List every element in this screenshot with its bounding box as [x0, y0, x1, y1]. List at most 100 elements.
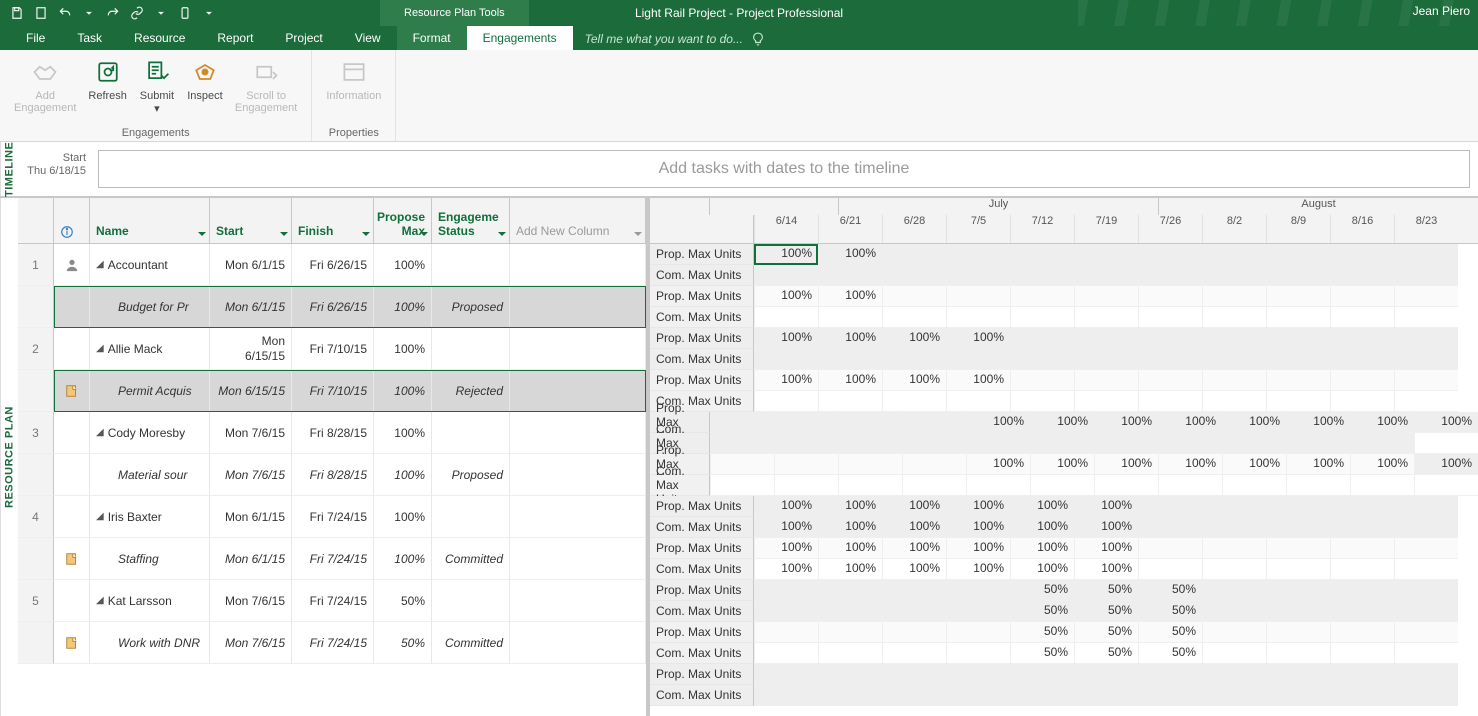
- timephased-cell[interactable]: [1330, 244, 1394, 265]
- add-new-column[interactable]: Add New Column: [510, 198, 646, 243]
- rownum-header[interactable]: [18, 198, 54, 243]
- dropdown-icon[interactable]: [633, 229, 643, 239]
- cell-finish[interactable]: Fri 7/24/15: [292, 496, 374, 538]
- timephased-cell[interactable]: [1074, 265, 1138, 286]
- timephased-cell[interactable]: [1330, 328, 1394, 349]
- cell-status[interactable]: Committed: [432, 538, 510, 580]
- timephased-cell[interactable]: 50%: [1074, 580, 1138, 601]
- timephased-cell[interactable]: [946, 391, 1010, 412]
- timephased-cell[interactable]: [946, 349, 1010, 370]
- timephased-cell[interactable]: 50%: [1138, 601, 1202, 622]
- timephased-cell[interactable]: [710, 412, 774, 433]
- cell-max[interactable]: 100%: [374, 286, 432, 328]
- timephased-cell[interactable]: [818, 643, 882, 664]
- timephased-cell[interactable]: [1350, 475, 1414, 496]
- redo-icon[interactable]: [102, 3, 124, 23]
- cell-status[interactable]: [432, 412, 510, 454]
- timephased-cell[interactable]: [838, 433, 902, 454]
- timephased-cell[interactable]: [1330, 349, 1394, 370]
- dropdown-icon[interactable]: [361, 229, 371, 239]
- timephased-row[interactable]: Prop. Max Units50%50%50%: [650, 622, 1478, 643]
- status-header[interactable]: Engageme Status: [432, 198, 510, 243]
- inspect-button[interactable]: Inspect: [183, 54, 227, 104]
- timephased-cell[interactable]: [1222, 475, 1286, 496]
- customize-qat-icon[interactable]: [198, 3, 220, 23]
- timephased-cell[interactable]: 100%: [1286, 412, 1350, 433]
- timephased-cell[interactable]: [1202, 601, 1266, 622]
- timephased-cell[interactable]: [1330, 601, 1394, 622]
- timephased-cell[interactable]: [1138, 265, 1202, 286]
- timephased-cell[interactable]: [1330, 559, 1394, 580]
- timephased-cell[interactable]: [946, 685, 1010, 706]
- timephased-cell[interactable]: [710, 433, 774, 454]
- timephased-cell[interactable]: [1202, 349, 1266, 370]
- timephased-cell[interactable]: 100%: [946, 517, 1010, 538]
- timephased-cell[interactable]: [882, 643, 946, 664]
- timephased-row[interactable]: Prop. Max Units100%100%100%100%: [650, 370, 1478, 391]
- timephased-cell[interactable]: 100%: [1074, 538, 1138, 559]
- timephased-cell[interactable]: [1138, 307, 1202, 328]
- timephased-cell[interactable]: [774, 454, 838, 475]
- tab-task[interactable]: Task: [61, 26, 118, 50]
- timephased-cell[interactable]: [1266, 370, 1330, 391]
- timephased-cell[interactable]: [1030, 433, 1094, 454]
- timephased-cell[interactable]: 100%: [1414, 412, 1478, 433]
- timephased-cell[interactable]: 100%: [946, 496, 1010, 517]
- timephased-cell[interactable]: 100%: [882, 517, 946, 538]
- timephased-cell[interactable]: 100%: [818, 517, 882, 538]
- timephased-cell[interactable]: [1202, 643, 1266, 664]
- timephased-cell[interactable]: [754, 643, 818, 664]
- timephased-cell[interactable]: [1202, 559, 1266, 580]
- timephased-cell[interactable]: 100%: [882, 370, 946, 391]
- timephased-row[interactable]: Prop. Max Units: [650, 664, 1478, 685]
- cell-status[interactable]: Proposed: [432, 454, 510, 496]
- timephased-row[interactable]: Com. Max Units100%100%100%100%100%100%: [650, 517, 1478, 538]
- timephased-cell[interactable]: [1202, 328, 1266, 349]
- timephased-cell[interactable]: [754, 265, 818, 286]
- cell-max[interactable]: 50%: [374, 580, 432, 622]
- cell-name[interactable]: ◢Iris Baxter: [90, 496, 210, 538]
- cell-start[interactable]: Mon 7/6/15: [210, 622, 292, 664]
- timephased-cell[interactable]: [902, 433, 966, 454]
- timephased-cell[interactable]: 100%: [818, 538, 882, 559]
- name-header[interactable]: Name: [90, 198, 210, 243]
- timephased-cell[interactable]: [1010, 307, 1074, 328]
- timephased-cell[interactable]: [1266, 601, 1330, 622]
- timephased-cell[interactable]: [946, 664, 1010, 685]
- timephased-cell[interactable]: [1394, 622, 1458, 643]
- cell-name[interactable]: Work with DNR: [90, 622, 210, 664]
- timephased-cell[interactable]: [1266, 391, 1330, 412]
- timephased-cell[interactable]: 100%: [1074, 559, 1138, 580]
- timephased-cell[interactable]: [946, 622, 1010, 643]
- timephased-row[interactable]: Com. Max Units: [650, 475, 1478, 496]
- timephased-cell[interactable]: [1330, 580, 1394, 601]
- tab-engagements[interactable]: Engagements: [467, 26, 573, 50]
- cell-finish[interactable]: Fri 7/24/15: [292, 538, 374, 580]
- date-header[interactable]: 8/2: [1202, 215, 1266, 243]
- cell-start[interactable]: Mon 6/1/15: [210, 286, 292, 328]
- row-number[interactable]: [18, 454, 54, 496]
- timephased-cell[interactable]: [946, 601, 1010, 622]
- save-icon[interactable]: [6, 3, 28, 23]
- timephased-cell[interactable]: 100%: [754, 496, 818, 517]
- timephased-cell[interactable]: [754, 391, 818, 412]
- timephased-cell[interactable]: [1266, 286, 1330, 307]
- timephased-cell[interactable]: [1202, 265, 1266, 286]
- timephased-cell[interactable]: 100%: [1286, 454, 1350, 475]
- timephased-cell[interactable]: 100%: [754, 517, 818, 538]
- timephased-cell[interactable]: [1330, 370, 1394, 391]
- timephased-cell[interactable]: [1094, 433, 1158, 454]
- timephased-cell[interactable]: [754, 664, 818, 685]
- timephased-cell[interactable]: 50%: [1010, 601, 1074, 622]
- row-number[interactable]: 5: [18, 580, 54, 622]
- timephased-cell[interactable]: 100%: [882, 559, 946, 580]
- cell-start[interactable]: Mon 7/6/15: [210, 580, 292, 622]
- cell-blank[interactable]: [510, 622, 646, 664]
- timephased-cell[interactable]: [1394, 328, 1458, 349]
- timephased-cell[interactable]: [1330, 643, 1394, 664]
- indicator-header[interactable]: [54, 198, 90, 243]
- timephased-cell[interactable]: [1074, 286, 1138, 307]
- cell-max[interactable]: 100%: [374, 454, 432, 496]
- table-row[interactable]: 2◢Allie MackMon6/15/15Fri 7/10/15100%: [18, 328, 646, 370]
- timephased-row[interactable]: Prop. Max Units100%100%100%100%100%100%1…: [650, 412, 1478, 433]
